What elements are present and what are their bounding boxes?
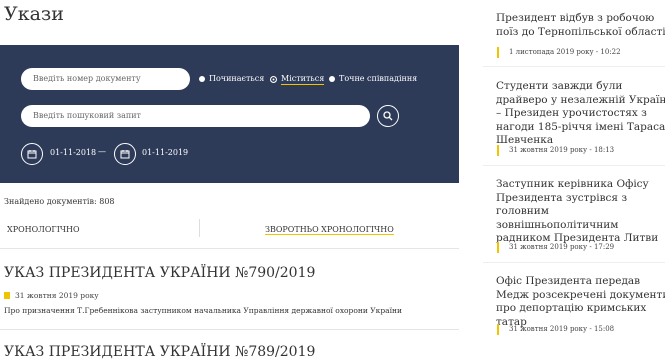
- radio-label: Починається: [209, 74, 265, 83]
- news-item-date: 31 жовтня 2019 року - 15:08: [497, 324, 614, 335]
- news-item-date: 1 листопада 2019 року - 10:22: [497, 47, 621, 58]
- news-item-date: 31 жовтня 2019 року - 18:13: [497, 145, 614, 156]
- search-button[interactable]: [377, 105, 399, 127]
- divider: [0, 329, 459, 330]
- doc-date-text: 31 жовтня 2019 року: [15, 291, 99, 300]
- calendar-icon: [27, 150, 37, 159]
- doc-title-link[interactable]: УКАЗ ПРЕЗИДЕНТА УКРАЇНИ №790/2019: [4, 265, 315, 281]
- date-to-button[interactable]: [114, 143, 136, 165]
- radio-contains[interactable]: Міститься: [270, 74, 325, 85]
- sort-chronological[interactable]: ХРОНОЛОГІЧНО: [7, 225, 80, 234]
- calendar-icon: [120, 150, 130, 159]
- sort-divider: [199, 219, 200, 237]
- radio-dot: [329, 75, 335, 82]
- radio-dot: [199, 75, 205, 82]
- date-separator: —: [98, 147, 106, 156]
- page-title: Укази: [4, 3, 64, 25]
- doc-description: Про призначення Т.Гребеннікова заступник…: [4, 306, 403, 315]
- search-query-input[interactable]: Введіть пошуковий запит: [21, 105, 370, 127]
- calendar-icon: [4, 292, 10, 299]
- news-item-title[interactable]: Студенти завжди були драйверо у незалежн…: [496, 80, 665, 148]
- search-icon: [383, 111, 393, 121]
- date-from[interactable]: 01-11-2018: [50, 148, 96, 157]
- news-item-title[interactable]: Офіс Президента передав Медж розсекречен…: [496, 275, 665, 329]
- news-item-date: 31 жовтня 2019 року - 17:29: [497, 242, 614, 253]
- results-count: Знайдено документів: 808: [4, 197, 115, 206]
- doc-title-link[interactable]: УКАЗ ПРЕЗИДЕНТА УКРАЇНИ №789/2019: [4, 344, 315, 360]
- radio-label: Точне співпадіння: [339, 74, 418, 83]
- date-to[interactable]: 01-11-2019: [142, 148, 188, 157]
- doc-date: 31 жовтня 2019 року: [4, 291, 99, 300]
- radio-starts[interactable]: Починається: [199, 74, 264, 83]
- sort-reverse[interactable]: ЗВОРОТНЬО ХРОНОЛОГІЧНО: [265, 225, 394, 235]
- radio-label: Міститься: [281, 74, 325, 85]
- news-divider: [483, 66, 665, 67]
- news-divider: [483, 165, 665, 166]
- date-from-button[interactable]: [21, 143, 43, 165]
- divider: [0, 248, 459, 249]
- news-divider: [483, 262, 665, 263]
- news-item-title[interactable]: Заступник керівника Офісу Президента зус…: [496, 178, 665, 246]
- radio-dot-selected: [270, 76, 277, 83]
- doc-number-input[interactable]: Введіть номер документу: [21, 68, 190, 90]
- radio-exact[interactable]: Точне співпадіння: [329, 74, 417, 83]
- news-item-title[interactable]: Президент відбув з робочою поїз до Терно…: [496, 12, 665, 39]
